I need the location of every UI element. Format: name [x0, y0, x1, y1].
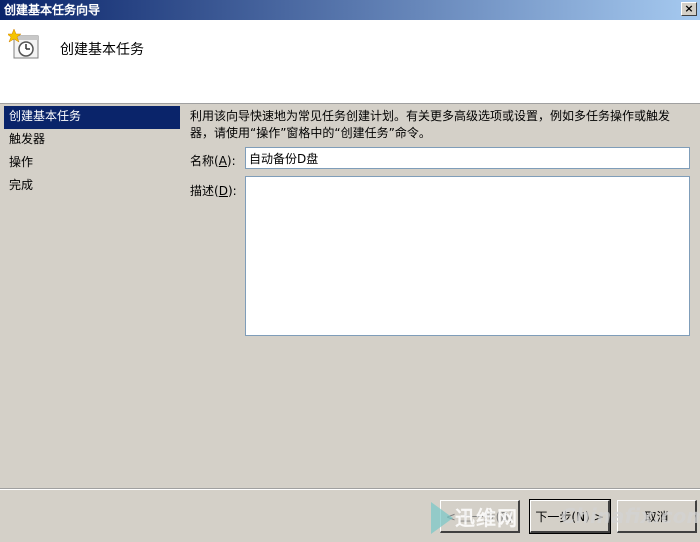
- footer-separator: [0, 488, 700, 490]
- next-button[interactable]: 下一步(N) >: [529, 499, 611, 534]
- nav-step-action[interactable]: 操作: [4, 152, 180, 175]
- nav-step-trigger[interactable]: 触发器: [4, 129, 180, 152]
- window-titlebar[interactable]: 创建基本任务向导 ×: [0, 0, 700, 20]
- nav-step-finish[interactable]: 完成: [4, 175, 180, 198]
- page-title: 创建基本任务: [60, 42, 144, 58]
- nav-step-create-basic-task[interactable]: 创建基本任务: [4, 106, 180, 129]
- window-title: 创建基本任务向导: [4, 3, 101, 17]
- intro-text: 利用该向导快速地为常见任务创建计划。有关更多高级选项或设置，例如多任务操作或触发…: [190, 109, 671, 140]
- close-button[interactable]: ×: [681, 2, 697, 16]
- description-textarea[interactable]: [245, 176, 690, 336]
- cancel-button[interactable]: 取消: [617, 500, 697, 533]
- wizard-header: 创建基本任务: [0, 20, 700, 104]
- wizard-content: 利用该向导快速地为常见任务创建计划。有关更多高级选项或设置，例如多任务操作或触发…: [190, 108, 690, 142]
- scheduled-task-icon: [8, 28, 39, 59]
- name-label: 名称(A):: [190, 154, 236, 168]
- description-label: 描述(D):: [190, 184, 237, 198]
- close-icon: ×: [684, 2, 694, 15]
- wizard-steps-nav: 创建基本任务 触发器 操作 完成: [4, 106, 180, 536]
- name-input[interactable]: [245, 147, 690, 169]
- back-button[interactable]: < 上一步(B): [440, 500, 520, 533]
